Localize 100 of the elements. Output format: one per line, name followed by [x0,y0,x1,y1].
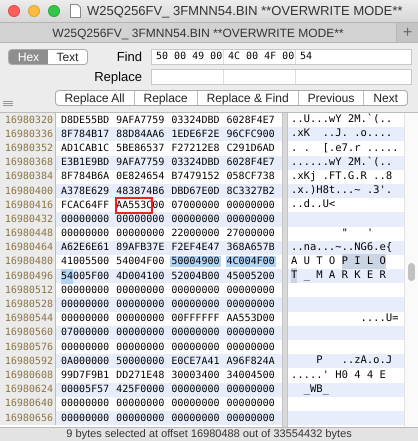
offset-label: 16980352 [0,141,56,156]
hex-cell: 00000000 [170,327,221,338]
ascii-text: ......wY 2M.`(.. [291,154,392,170]
scrollbar[interactable] [404,113,418,427]
hex-cell: DBD67E0D [170,186,221,197]
hex-digits: 005F00 [73,270,110,284]
ascii-text: .xKj .FT.G.R ..8 [291,168,392,184]
hex-cell: 27000000 [226,228,276,240]
hex-cell: 00000000 [60,313,110,324]
status-bar: 9 bytes selected at offset 16980488 out of 33554432 bytes [0,427,418,441]
hex-cell: 00000000 [226,214,276,225]
hex-cell: 00000000 [60,342,110,353]
hex-cell: 00000000 [226,384,276,396]
hex-cell: 368A657B [226,242,276,254]
hex-cell: 00005F57 [60,384,110,396]
find-field[interactable]: 50 00 49 00 4C 00 4F 00 54 [151,48,412,64]
hex-cell: 9AFA7759 [115,114,166,126]
hex-cell: 00000000 [115,313,166,324]
mode-tab[interactable]: Text [48,50,87,64]
hex-cell: 00000000 [226,412,276,424]
minimize-button[interactable] [28,5,40,17]
action-button[interactable]: Previous [298,91,364,105]
document-icon [70,4,81,18]
replace-field[interactable] [151,68,412,84]
offset-label: 16980576 [0,340,56,354]
hex-cell: 00000000 [226,327,276,338]
hex-cell: 00000000 [60,299,110,310]
grip-icon[interactable] [3,100,13,106]
hex-cell: 22000000 [170,228,221,240]
hex-cell: AA553D00 [226,313,276,324]
hex-cell: 96CFC900 [226,128,276,140]
ascii-text: T [291,268,298,284]
hex-cell: 00000000 [60,398,110,410]
scroll-thumb[interactable] [408,263,415,281]
hex-cell: 00000000 [115,412,166,424]
hex-cell: 00000000 [170,384,221,396]
hex-cell: D8DE55BD [60,114,110,126]
offset-label: 16980400 [0,184,56,198]
ascii-text: ....U= [360,310,398,326]
action-button[interactable]: Replace All [56,91,134,105]
offset-label: 16980464 [0,240,56,255]
hex-cell: 50004900 [170,256,221,268]
hex-cell: 00000000 [115,299,166,310]
hex-cell: 4D004100 [115,270,166,282]
hex-digits: 54 [61,268,74,284]
hex-cell: 1EDE6F2E [170,128,221,140]
action-button[interactable]: Replace & Find [196,91,298,105]
replace-label: Replace [94,68,142,86]
offset-label: 16980544 [0,312,56,326]
hex-cell: 50000000 [115,356,166,367]
ascii-text: A U T O [291,254,336,270]
offset-label: 16980608 [0,368,56,383]
offset-label: 16980656 [0,410,56,426]
find-label: Find [116,48,142,66]
zoom-button[interactable] [48,5,60,17]
offset-label: 16980640 [0,396,56,411]
hex-cell: 03324DBD [170,157,221,168]
offset-label: 16980592 [0,354,56,368]
offset-label: 16980496 [0,269,56,284]
hex-cell: 00000000 [226,284,276,296]
hex-cell: 00000000 [170,342,221,353]
ascii-text: .x.)H8t...~ .3'. [291,183,392,198]
offset-label: 16980480 [0,254,56,270]
hex-cell: 00000000 [226,398,276,410]
hex-cell: E0CE7A41 [170,356,221,367]
find-value: 4C 00 4F 00 [224,50,296,64]
hex-cell: 00000000 [60,284,110,296]
hex-cell: 00000000 [115,327,166,338]
hex-cell: 89AFB37E [115,242,166,254]
hex-cell: 00000000 [115,214,166,225]
hex-cell: DD271E48 [115,370,166,381]
offset-label: 16980416 [0,198,56,212]
action-button[interactable]: Next [363,91,407,105]
ascii-text: _WB_ [302,382,329,397]
hex-cell: FCAC64FF [60,200,110,211]
hex-cell: 0A000000 [60,356,110,367]
find-value: 50 00 49 00 [152,50,224,64]
column-splitter[interactable] [282,113,288,427]
offset-label: 16980512 [0,283,56,298]
document-tab[interactable]: W25Q256FV_ 3FMNN54.BIN **OVERWRITE MODE** [0,23,396,42]
hex-cell: 00000000 [115,398,166,410]
hex-cell: 00000000 [170,398,221,410]
hex-cell: 45005200 [226,270,276,282]
close-button[interactable] [8,5,20,17]
hex-cell: 00000000 [170,299,221,310]
hex-cell: 00000000 [226,342,276,353]
offset-label: 16980384 [0,170,56,184]
hex-cell: 9AFA7759 [115,157,166,168]
hex-cell: 34004500 [226,370,276,381]
hex-cell: 058CF738 [226,171,276,182]
hex-cell: 99D7F9B1 [60,370,110,381]
hex-cell: 425F0000 [115,384,166,396]
action-button[interactable]: Replace [134,91,197,105]
offset-label: 16980560 [0,326,56,340]
hex-cell: B7479152 [170,171,221,182]
ascii-text: . . [.e7.r ..... [291,140,398,156]
hex-cell: 00000000 [115,284,166,296]
hex-cell: 00000000 [115,228,166,240]
ascii-text: " ' [340,226,374,241]
hex-cell: 00000000 [170,284,221,296]
